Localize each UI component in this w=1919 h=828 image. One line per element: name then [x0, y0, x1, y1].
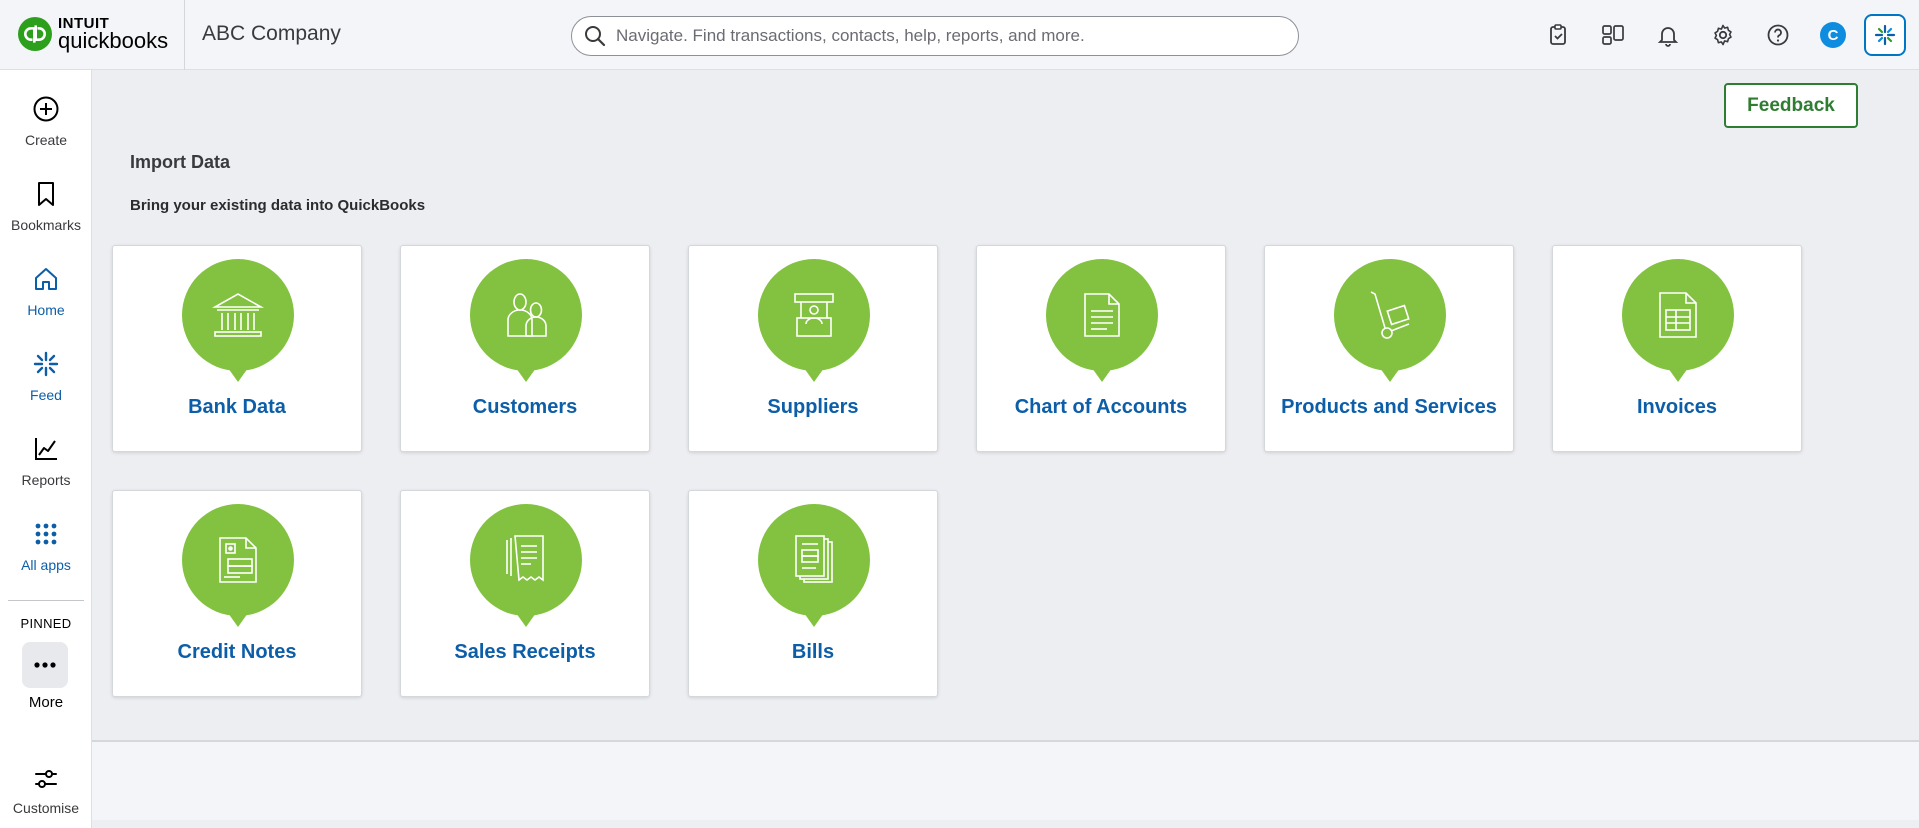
sidebar-item-label: Reports: [21, 472, 71, 488]
tasks-icon[interactable]: [1543, 20, 1573, 50]
feed-icon: [29, 347, 63, 381]
bills-icon: [758, 504, 870, 627]
import-card-customers[interactable]: Customers: [400, 245, 650, 452]
page-title: Import Data: [130, 152, 231, 172]
ellipsis-icon: [34, 662, 56, 668]
import-card-bank-data[interactable]: Bank Data: [112, 245, 362, 452]
grid-icon: [29, 517, 63, 551]
home-icon: [29, 262, 63, 296]
document-icon: [1046, 259, 1158, 382]
card-label: Bank Data: [188, 396, 286, 418]
bell-icon[interactable]: [1653, 20, 1683, 50]
sidebar-item-label: Create: [24, 132, 68, 148]
card-label: Invoices: [1636, 396, 1718, 418]
qb-logo-icon: [18, 17, 52, 51]
import-card-invoices[interactable]: Invoices: [1552, 245, 1802, 452]
company-name[interactable]: ABC Company: [202, 22, 341, 46]
top-bar: INTUIT quickbooks ABC Company C: [0, 0, 1919, 70]
user-avatar[interactable]: C: [1818, 20, 1848, 50]
sliders-icon: [35, 770, 57, 788]
quickbooks-logo[interactable]: INTUIT quickbooks: [18, 16, 168, 52]
card-label: Chart of Accounts: [1014, 396, 1188, 418]
customers-icon: [470, 259, 582, 382]
card-label: Suppliers: [767, 396, 859, 418]
top-divider: [184, 0, 185, 70]
sidebar-divider: [8, 600, 84, 601]
main-content: Feedback Import Data Bring your existing…: [92, 70, 1919, 740]
footer-area: [92, 742, 1919, 820]
receipt-icon: [470, 504, 582, 627]
sidebar-item-create[interactable]: Create: [0, 92, 92, 148]
more-button[interactable]: [22, 642, 68, 688]
sidebar-item-label: All apps: [21, 557, 71, 573]
plus-circle-icon: [29, 92, 63, 126]
sidebar-item-label: Feed: [30, 387, 62, 403]
import-card-chart-of-accounts[interactable]: Chart of Accounts: [976, 245, 1226, 452]
sidebar-item-customise[interactable]: Customise: [0, 768, 92, 816]
chart-line-icon: [29, 432, 63, 466]
sidebar-item-feed[interactable]: Feed: [0, 347, 92, 403]
import-card-bills[interactable]: Bills: [688, 490, 938, 697]
feedback-button[interactable]: Feedback: [1724, 83, 1858, 128]
bank-icon: [182, 259, 294, 382]
sidebar-item-all-apps[interactable]: All apps: [0, 517, 92, 573]
card-label: Products and Services: [1281, 396, 1497, 418]
search-icon: [585, 26, 606, 47]
intuit-assist-button[interactable]: [1864, 14, 1906, 56]
avatar-letter: C: [1820, 22, 1846, 48]
import-card-credit-notes[interactable]: Credit Notes: [112, 490, 362, 697]
sidebar-item-home[interactable]: Home: [0, 262, 92, 318]
sidebar-item-bookmarks[interactable]: Bookmarks: [0, 177, 92, 233]
customise-label: Customise: [12, 800, 80, 816]
card-label: Bills: [791, 641, 835, 663]
search-box[interactable]: [571, 16, 1299, 56]
search-input[interactable]: [616, 26, 1276, 46]
credit-note-icon: [182, 504, 294, 627]
import-card-products-services[interactable]: Products and Services: [1264, 245, 1514, 452]
sidebar-item-label: Home: [27, 302, 65, 318]
hand-truck-icon: [1334, 259, 1446, 382]
card-label: Customers: [472, 396, 578, 418]
invoice-icon: [1622, 259, 1734, 382]
gear-icon[interactable]: [1708, 20, 1738, 50]
sparkle-icon: [1874, 24, 1896, 46]
pinned-heading: PINNED: [20, 616, 72, 631]
apps-switcher-icon[interactable]: [1598, 20, 1628, 50]
bookmark-icon: [29, 177, 63, 211]
import-card-sales-receipts[interactable]: Sales Receipts: [400, 490, 650, 697]
logo-quickbooks-text: quickbooks: [58, 28, 169, 53]
card-label: Sales Receipts: [454, 641, 596, 663]
page-subtitle: Bring your existing data into QuickBooks: [130, 197, 426, 214]
sidebar-item-reports[interactable]: Reports: [0, 432, 92, 488]
sidebar-item-label: Bookmarks: [10, 217, 82, 233]
card-label: Credit Notes: [177, 641, 297, 663]
help-icon[interactable]: [1763, 20, 1793, 50]
supplier-icon: [758, 259, 870, 382]
left-sidebar: Create Bookmarks Home Feed Reports All a…: [0, 70, 92, 828]
more-label: More: [28, 694, 64, 711]
import-card-suppliers[interactable]: Suppliers: [688, 245, 938, 452]
